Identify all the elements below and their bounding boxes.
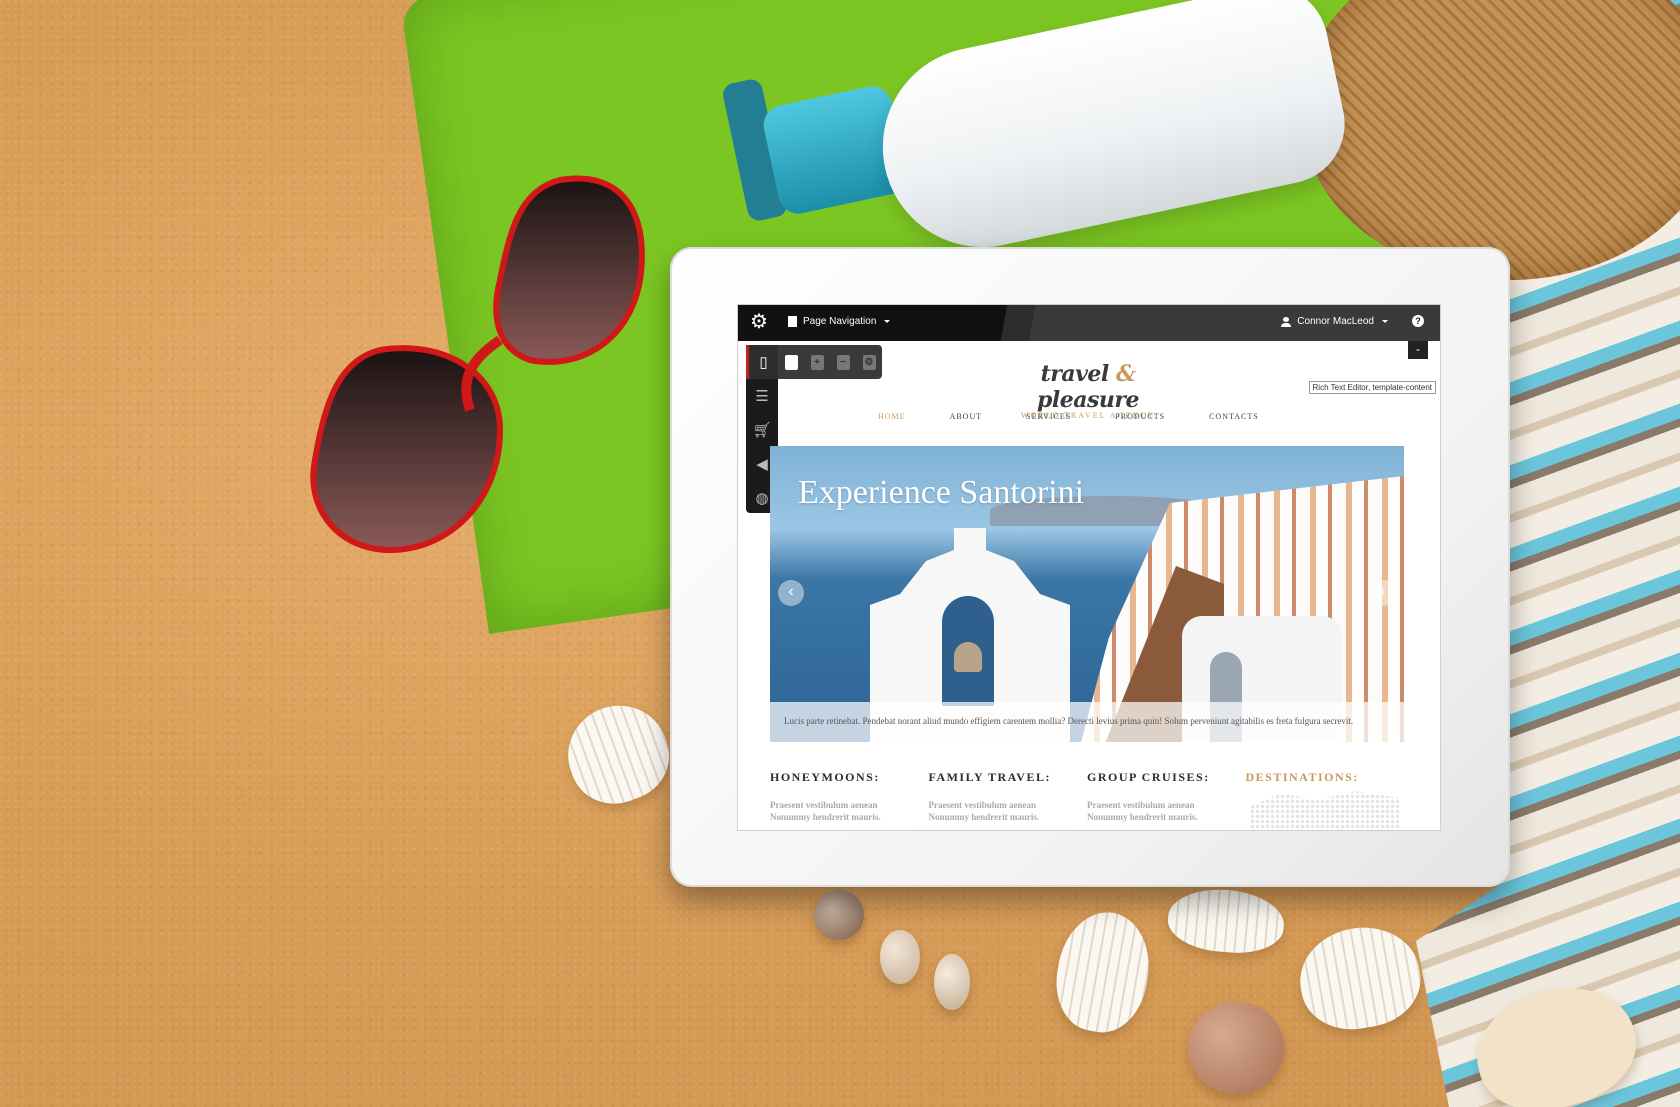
add-page-button[interactable]: + [804, 345, 830, 379]
feature-group-cruises: GROUP CRUISES: Praesent vestibulum aenea… [1087, 770, 1246, 823]
main-navigation: HOME ABOUT SERVICES PRODUCTS CONTACTS [878, 412, 1259, 421]
nav-services[interactable]: SERVICES [1026, 412, 1071, 421]
chevron-down-icon [884, 320, 891, 323]
nav-home[interactable]: HOME [878, 412, 906, 421]
sidebar-item-shop[interactable]: 🛒︎ [746, 413, 778, 447]
page-settings-icon: ⚙ [862, 354, 876, 370]
nav-about[interactable]: ABOUT [950, 412, 983, 421]
chevron-down-icon [1382, 320, 1388, 323]
hero-bell [954, 642, 982, 672]
feature-title[interactable]: HONEYMOONS: [770, 770, 929, 785]
user-menu[interactable]: Connor MacLeod [1281, 316, 1388, 327]
brand-name: travel & pleasure [988, 361, 1188, 413]
feature-title[interactable]: FAMILY TRAVEL: [929, 770, 1088, 785]
page-tool-current[interactable] [778, 345, 804, 379]
settings-gear-icon[interactable]: ⚙ [750, 312, 768, 332]
nav-products[interactable]: PRODUCTS [1115, 412, 1165, 421]
feature-text: Praesent vestibulum aenean Nonummy hendre… [929, 799, 1088, 823]
editor-tooltip: Rich Text Editor, template-content [1308, 381, 1436, 394]
feature-family-travel: FAMILY TRAVEL: Praesent vestibulum aenea… [929, 770, 1088, 823]
help-icon[interactable]: ? [1412, 315, 1424, 327]
hero-title: Experience Santorini [798, 474, 1085, 511]
feature-text: Praesent vestibulum aenean Nonummy hendre… [770, 799, 929, 823]
feature-line: Nonummy hendrerit mauris. [770, 812, 881, 822]
user-name: Connor MacLeod [1297, 316, 1374, 327]
page-tools: + − ⚙ [778, 345, 882, 379]
feature-line: Nonummy hendrerit mauris. [928, 812, 1040, 822]
page-navigation-label: Page Navigation [803, 316, 877, 327]
remove-page-button[interactable]: − [830, 345, 856, 379]
slider-prev-button[interactable]: ‹ [778, 580, 804, 606]
page-icon: ▯ [759, 354, 768, 371]
feature-title[interactable]: GROUP CRUISES: [1087, 770, 1246, 785]
feature-line: Praesent vestibulum aenean [1087, 800, 1195, 810]
pebble [934, 954, 970, 1010]
feature-line: Praesent vestibulum aenean [770, 800, 878, 810]
brand-word-2: pleasure [1037, 387, 1139, 413]
globe-icon: ◍ [755, 490, 769, 507]
feature-text: Praesent vestibulum aenean Nonummy hendre… [1087, 799, 1246, 823]
hero-caption: Lucis parte retinebat. Pendebat norant a… [770, 702, 1404, 742]
feature-line: Nonummy hendrerit mauris. [1087, 812, 1198, 822]
feature-honeymoons: HONEYMOONS: Praesent vestibulum aenean No… [770, 770, 929, 823]
tablet: ⚙ Page Navigation Connor MacLeod ? - ▯ ☰… [670, 247, 1510, 887]
cms-toolbar: ⚙ Page Navigation Connor MacLeod ? [738, 305, 1440, 341]
add-page-icon: + [810, 354, 824, 370]
collapse-toolbar-button[interactable]: - [1408, 341, 1428, 359]
nav-contacts[interactable]: CONTACTS [1209, 412, 1259, 421]
page-icon [784, 354, 798, 370]
slider-next-button[interactable]: › [1370, 580, 1396, 606]
pebble [880, 930, 920, 984]
brand-word-1: travel [1040, 361, 1110, 387]
pebble [814, 890, 864, 940]
feature-line: Praesent vestibulum aenean [928, 800, 1037, 810]
brand-ampersand: & [1115, 361, 1136, 387]
page-navigation-dropdown[interactable]: Page Navigation [788, 316, 891, 327]
megaphone-icon: ◀ [756, 456, 768, 473]
feature-title[interactable]: DESTINATIONS: [1246, 770, 1405, 785]
sunglasses [310, 175, 645, 554]
sidebar-item-pages[interactable]: ▯ [746, 345, 778, 379]
user-icon [1281, 316, 1292, 327]
remove-page-icon: − [836, 354, 850, 370]
cart-icon: 🛒︎ [752, 422, 772, 439]
sidebar-item-list[interactable]: ☰ [746, 379, 778, 413]
page-icon [788, 316, 797, 327]
list-icon: ☰ [755, 388, 769, 405]
tablet-screen: ⚙ Page Navigation Connor MacLeod ? - ▯ ☰… [738, 305, 1440, 830]
hero-slider: Experience Santorini ‹ › Lucis parte ret… [770, 446, 1404, 742]
pebble [1188, 1002, 1284, 1094]
page-settings-button[interactable]: ⚙ [856, 345, 882, 379]
